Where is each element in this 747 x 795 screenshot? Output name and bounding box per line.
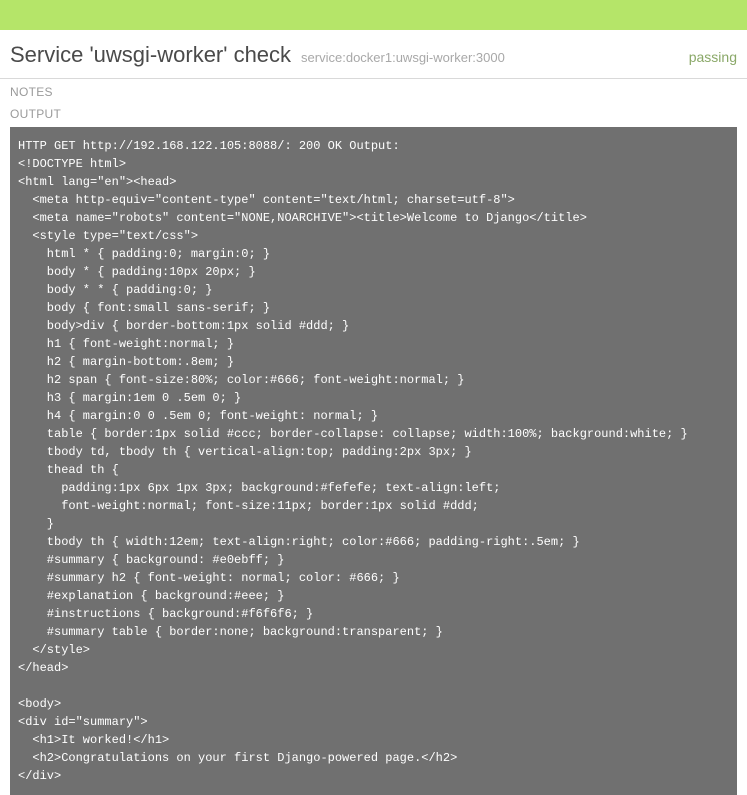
notes-section-label: NOTES — [0, 79, 747, 101]
page-title: Service 'uwsgi-worker' check — [10, 42, 291, 68]
service-identifier: service:docker1:uwsgi-worker:3000 — [301, 50, 505, 65]
status-badge: passing — [689, 49, 737, 65]
header-left: Service 'uwsgi-worker' check service:doc… — [10, 42, 505, 68]
output-container: HTTP GET http://192.168.122.105:8088/: 2… — [0, 123, 747, 795]
output-section-label: OUTPUT — [0, 101, 747, 123]
output-text[interactable]: HTTP GET http://192.168.122.105:8088/: 2… — [10, 127, 737, 795]
page-header: Service 'uwsgi-worker' check service:doc… — [0, 30, 747, 79]
top-accent-bar — [0, 0, 747, 30]
